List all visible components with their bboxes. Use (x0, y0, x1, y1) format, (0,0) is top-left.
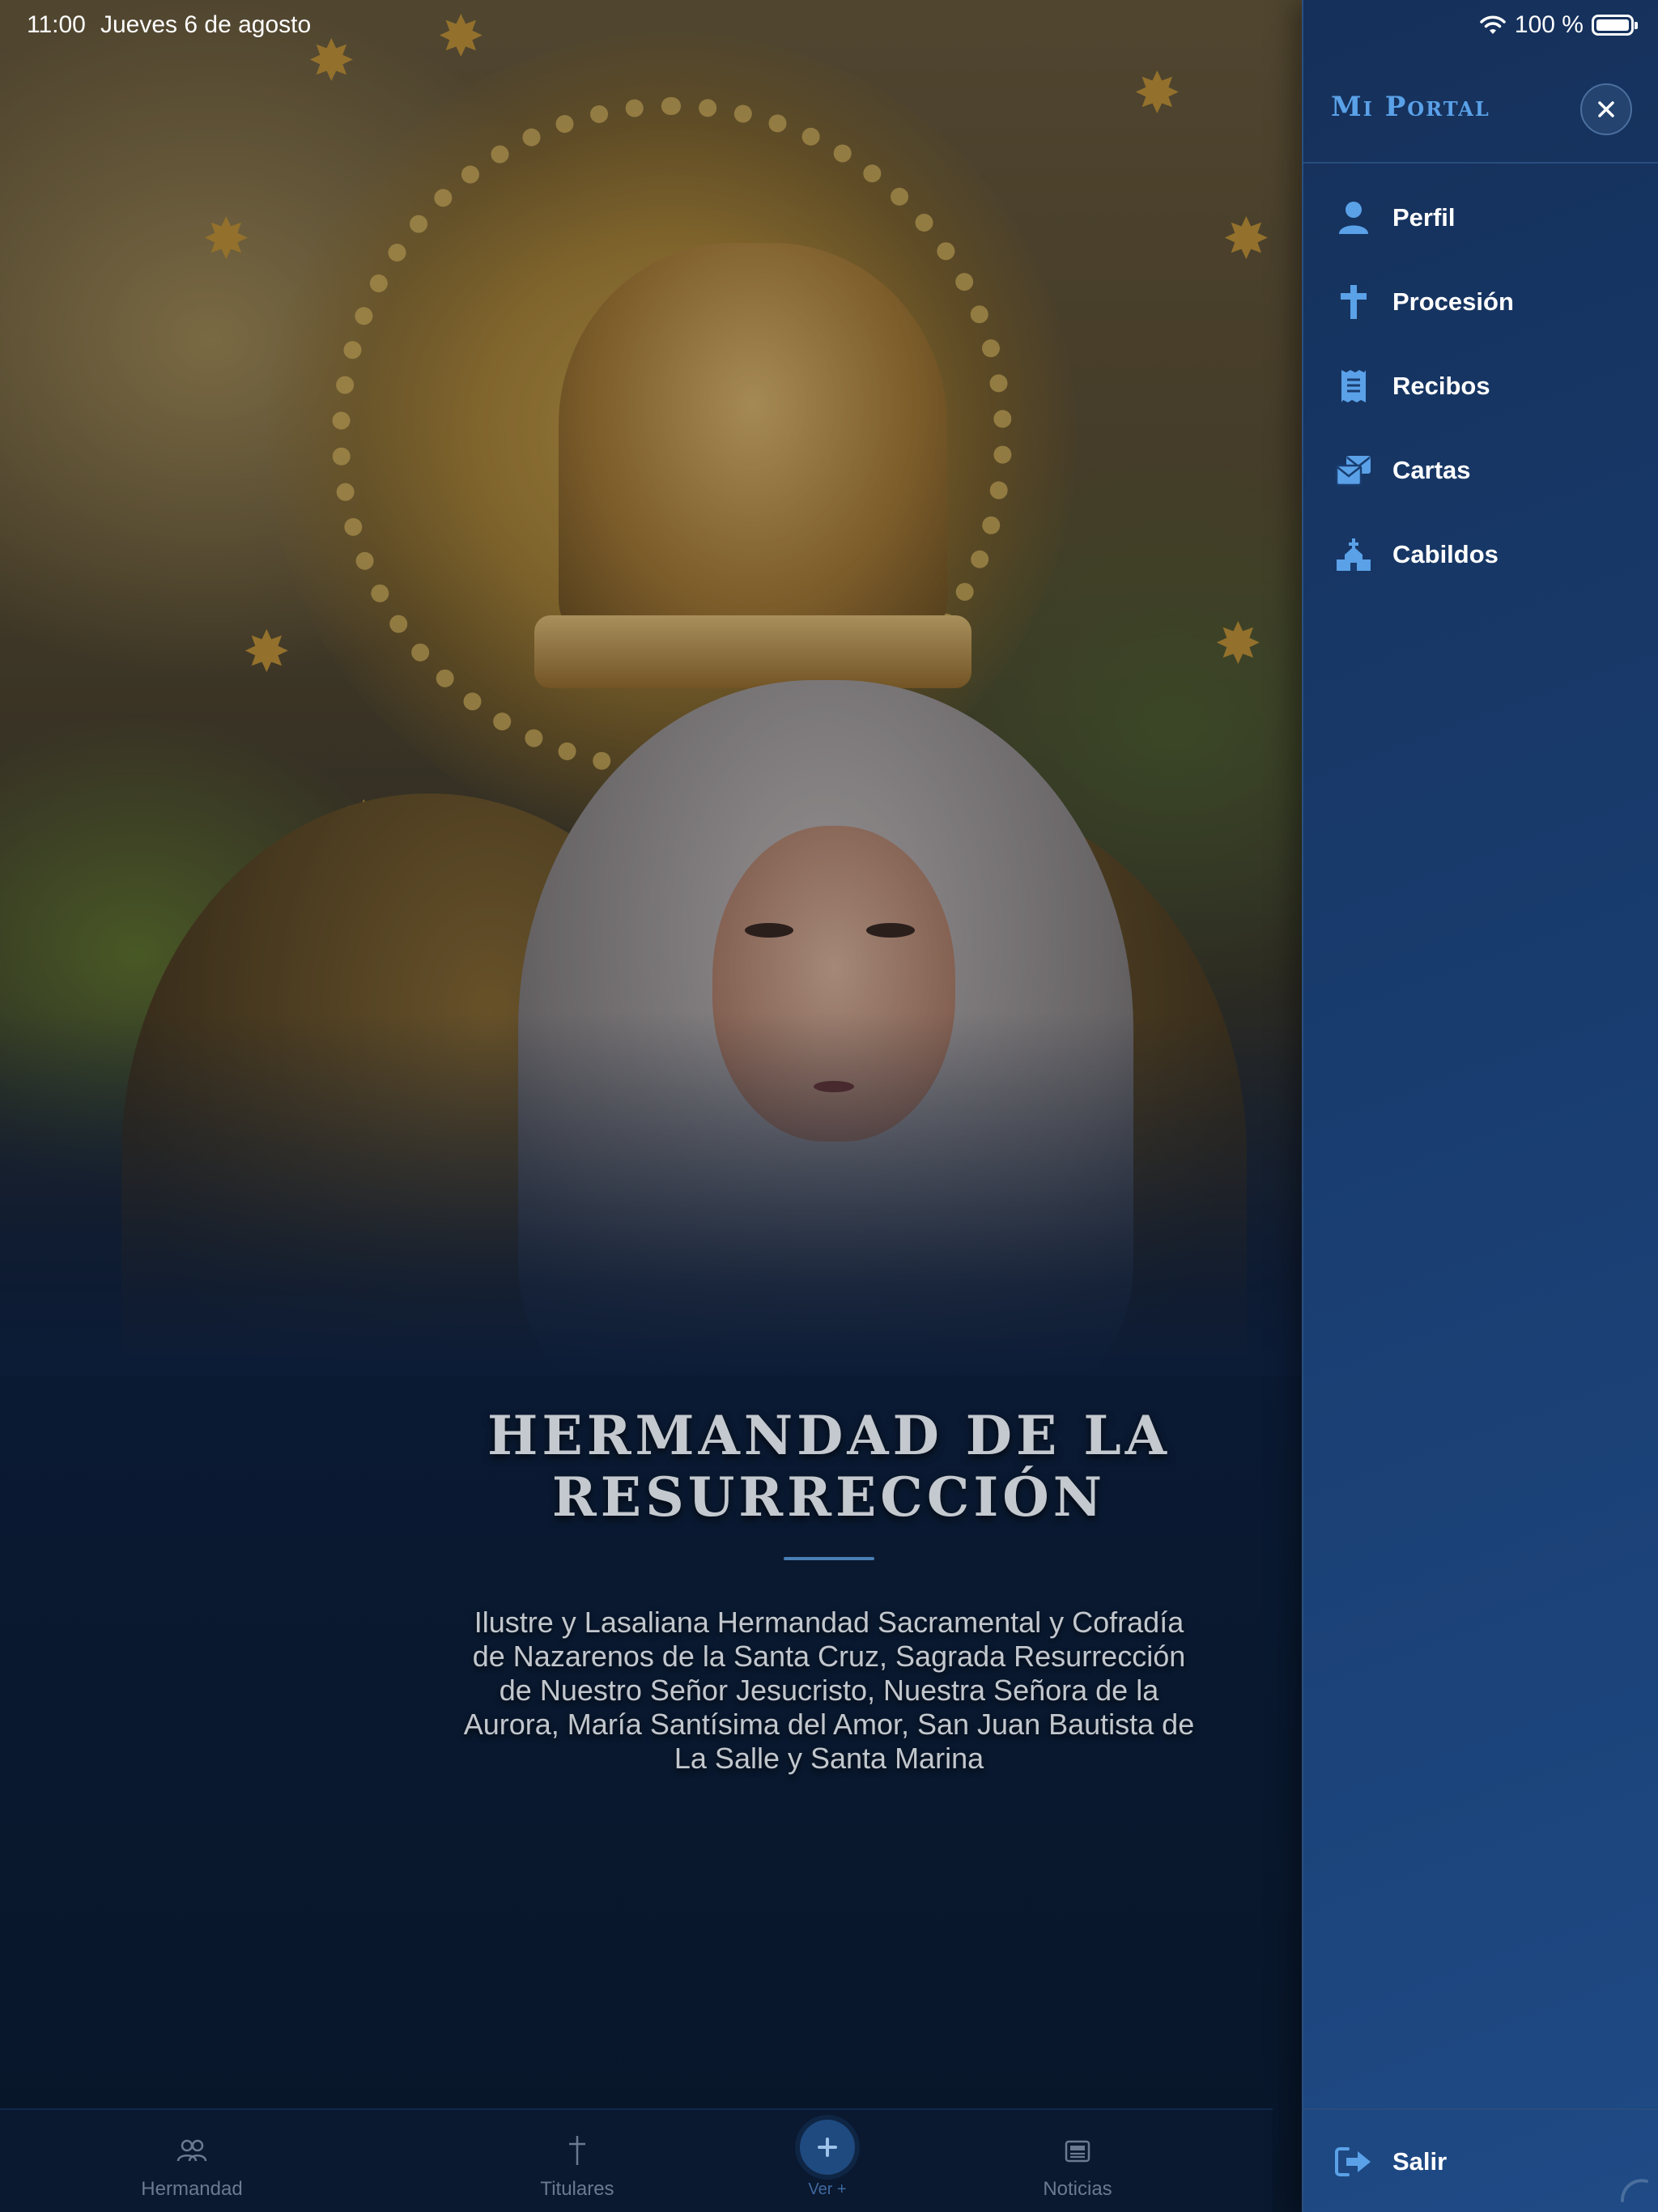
people-icon (176, 2139, 207, 2162)
drawer-divider (1303, 162, 1658, 164)
menu-item-perfil[interactable]: Perfil (1303, 181, 1658, 254)
menu-item-cabildos[interactable]: Cabildos (1303, 518, 1658, 591)
menu-item-label: Procesión (1392, 287, 1514, 316)
close-drawer-button[interactable] (1580, 83, 1632, 135)
drawer-title: Mi Portal (1331, 91, 1490, 123)
menu-item-cartas[interactable]: Cartas (1303, 434, 1658, 507)
menu-item-label: Cartas (1392, 456, 1471, 484)
resize-handle-icon (1620, 2179, 1648, 2202)
cross-icon (569, 2136, 585, 2165)
hero-image: ✸ ✸ ✸ ✸ ✸ ✸ ✸ ✸ (0, 0, 1302, 1376)
tab-hermandad[interactable]: Hermandad (111, 2110, 273, 2212)
menu-item-procesion[interactable]: Procesión (1303, 266, 1658, 338)
menu-item-recibos[interactable]: Recibos (1303, 350, 1658, 423)
tab-bar: Hermandad Titulares Noticias (0, 2108, 1273, 2212)
tab-titulares[interactable]: Titulares (496, 2110, 658, 2212)
drawer-divider (1303, 2108, 1658, 2110)
menu-item-label: Perfil (1392, 203, 1456, 232)
home-screen: ✸ ✸ ✸ ✸ ✸ ✸ ✸ ✸ HERMANDAD DE LA RESURREC… (0, 0, 1302, 2212)
church-icon (1337, 538, 1371, 571)
page-title: HERMANDAD DE LA RESURRECCIÓN (487, 1404, 1171, 1529)
newspaper-icon (1065, 2140, 1090, 2163)
status-time: 11:00 (27, 11, 86, 38)
battery-percent: 100 % (1514, 11, 1584, 38)
battery-icon (1592, 15, 1638, 36)
mi-portal-drawer: Mi Portal Perfil Procesión Recibos Carta… (1302, 0, 1658, 2212)
ver-mas-label: Ver + (808, 2180, 847, 2198)
wifi-icon (1480, 15, 1506, 34)
plus-icon (818, 2138, 837, 2157)
tab-label: Hermandad (141, 2178, 243, 2200)
ver-mas-button[interactable] (800, 2120, 855, 2175)
close-icon (1598, 101, 1614, 117)
logout-icon (1335, 2147, 1371, 2176)
tab-label: Titulares (540, 2178, 614, 2200)
tab-label: Noticias (1043, 2178, 1112, 2200)
receipt-icon (1341, 370, 1366, 402)
title-divider (784, 1557, 874, 1560)
page-subtitle: Ilustre y Lasaliana Hermandad Sacramenta… (463, 1606, 1195, 1775)
menu-item-label: Recibos (1392, 372, 1490, 400)
menu-item-label: Cabildos (1392, 540, 1499, 568)
cross-icon (1341, 285, 1367, 319)
logout-label: Salir (1392, 2147, 1448, 2176)
user-icon (1339, 202, 1368, 234)
mail-icon (1335, 456, 1371, 487)
hero-text: HERMANDAD DE LA RESURRECCIÓN Ilustre y L… (340, 1405, 1302, 1776)
logout-button[interactable]: Salir (1303, 2112, 1658, 2212)
tab-noticias[interactable]: Noticias (997, 2110, 1158, 2212)
status-date: Jueves 6 de agosto (100, 11, 312, 38)
status-bar: 11:00 Jueves 6 de agosto 100 % (0, 0, 1658, 52)
